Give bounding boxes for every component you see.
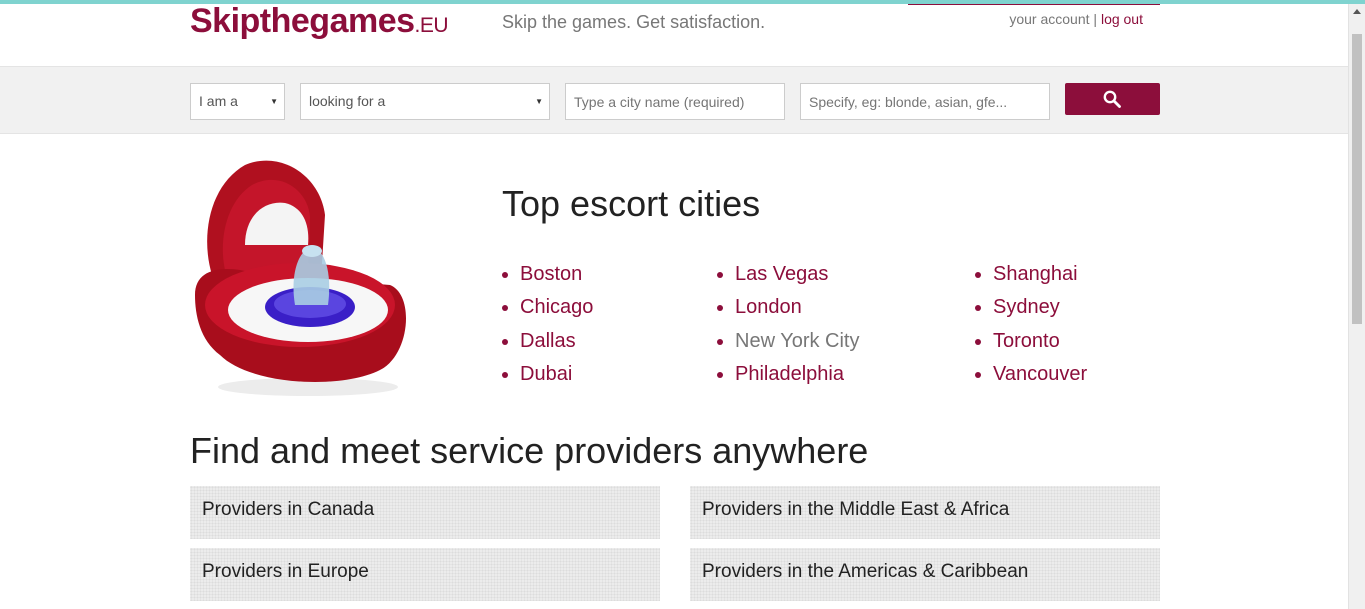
account-links: your account | log out [1009, 11, 1143, 27]
account-separator: | [1093, 11, 1098, 27]
scroll-up-arrow-icon[interactable] [1353, 9, 1361, 14]
city-link[interactable]: New York City [717, 325, 860, 358]
city-link[interactable]: Toronto [975, 325, 1087, 358]
site-tagline: Skip the games. Get satisfaction. [502, 12, 766, 32]
region-link-middle-east-africa[interactable]: Providers in the Middle East & Africa [690, 486, 1160, 539]
site-header: Skipthegames.EU Skip the games. Get sati… [0, 4, 1348, 66]
city-link[interactable]: Chicago [502, 291, 593, 324]
logo-tld-text: .EU [414, 14, 449, 37]
city-link[interactable]: Sydney [975, 291, 1087, 324]
your-account-link[interactable]: your account [1009, 11, 1089, 27]
top-cities-heading: Top escort cities [502, 183, 761, 224]
region-link-canada[interactable]: Providers in Canada [190, 486, 660, 539]
city-link[interactable]: Las Vegas [717, 258, 860, 291]
i-am-select-value: I am a [199, 93, 238, 109]
region-link-europe[interactable]: Providers in Europe [190, 548, 660, 601]
scroll-thumb[interactable] [1352, 34, 1362, 324]
city-link[interactable]: Vancouver [975, 358, 1087, 391]
dropdown-caret-icon: ▼ [270, 97, 278, 106]
looking-for-select-value: looking for a [309, 93, 386, 109]
city-link[interactable]: Philadelphia [717, 358, 860, 391]
city-link[interactable]: Boston [502, 258, 593, 291]
city-link[interactable]: Dubai [502, 358, 593, 391]
city-link[interactable]: London [717, 291, 860, 324]
city-column-1: Boston Chicago Dallas Dubai [502, 258, 593, 391]
page-scrollbar[interactable] [1348, 4, 1365, 609]
city-column-3: Shanghai Sydney Toronto Vancouver [975, 258, 1087, 391]
region-link-americas-caribbean[interactable]: Providers in the Americas & Caribbean [690, 548, 1160, 601]
search-bar: I am a ▼ looking for a ▼ [0, 66, 1348, 134]
dropdown-caret-icon: ▼ [535, 97, 543, 106]
ring-box-image [195, 160, 407, 396]
looking-for-select[interactable]: looking for a ▼ [300, 83, 550, 120]
city-link[interactable]: Shanghai [975, 258, 1087, 291]
find-providers-heading: Find and meet service providers anywhere [190, 430, 869, 471]
specify-input[interactable] [800, 83, 1050, 120]
city-input[interactable] [565, 83, 785, 120]
logout-link[interactable]: log out [1101, 11, 1143, 27]
site-logo[interactable]: Skipthegames.EU [190, 2, 449, 43]
search-icon [1103, 90, 1121, 108]
search-button[interactable] [1065, 83, 1160, 115]
city-link[interactable]: Dallas [502, 325, 593, 358]
logo-main-text: Skipthegames [190, 2, 415, 40]
account-divider [908, 4, 1160, 6]
city-column-2: Las Vegas London New York City Philadelp… [717, 258, 860, 391]
i-am-select[interactable]: I am a ▼ [190, 83, 285, 120]
